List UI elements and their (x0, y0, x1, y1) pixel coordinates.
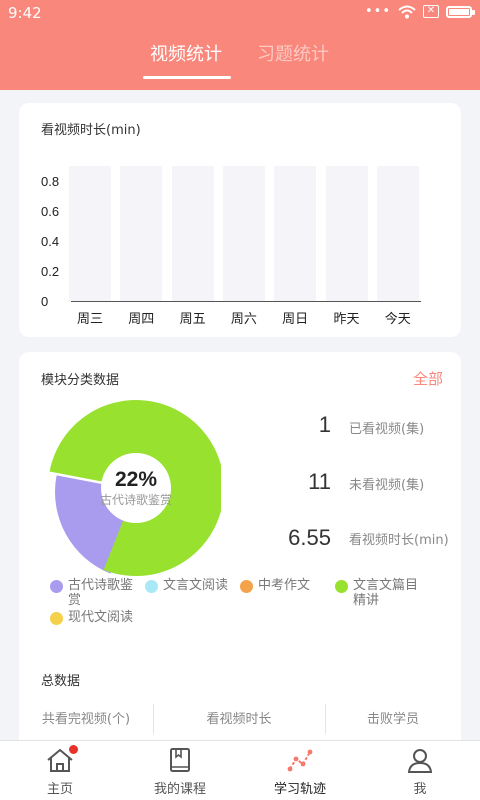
battery-icon (446, 5, 475, 18)
x-axis-line (71, 301, 421, 302)
legend-dot (50, 580, 63, 593)
total-videos-completed-label: 共看完视频(个) (41, 712, 131, 727)
watched-count-label: 已看视频(集) (349, 422, 425, 437)
legend-dot (50, 612, 63, 625)
donut-center-label: 古代诗歌鉴赏 (100, 492, 172, 507)
active-tab-indicator (143, 76, 231, 79)
bar-track (274, 166, 317, 301)
watch-duration-value: 6.55 (288, 525, 331, 550)
legend-dot (240, 580, 253, 593)
legend-label: 中考作文 (258, 578, 311, 593)
legend-dot (145, 580, 158, 593)
trend-icon (287, 749, 313, 772)
module-data-card: 模块分类数据 全部 22% 古代诗歌鉴赏 1 已看视频(集) 11 未看视频(集… (19, 352, 461, 752)
totals-title: 总数据 (41, 674, 81, 689)
x-axis-tick: 今天 (384, 312, 411, 327)
legend-label: 现代文阅读 (68, 610, 134, 625)
nav-my-courses-label: 我的课程 (153, 782, 206, 797)
tab-video-stats[interactable]: 视频统计 (150, 40, 222, 66)
video-duration-card: 看视频时长(min) 0.8 0.6 0.4 0.2 0 周三 周四 周五 周六 周日 昨天 今天 (19, 103, 461, 337)
book-icon (170, 748, 190, 772)
bar-track (69, 166, 111, 301)
legend-label-line2: 精讲 (353, 593, 380, 608)
legend-label-line2: 赏 (68, 593, 82, 608)
sim-off-icon: ✕ (423, 5, 439, 18)
tab-exercise-stats[interactable]: 习题统计 (257, 40, 329, 66)
status-time: 9:42 (8, 4, 42, 22)
donut-percent-label: 22% (115, 468, 157, 491)
more-dots-icon: ••• (364, 4, 391, 19)
x-axis-tick: 周三 (76, 312, 103, 327)
video-duration-title: 看视频时长(min) (41, 123, 141, 138)
x-axis-tick: 周日 (282, 312, 309, 327)
bar-track (171, 166, 214, 301)
nav-home-label: 主页 (46, 782, 73, 797)
header: 9:42 ••• ✕ 视频统计 习题统计 (0, 0, 480, 90)
watched-count-value: 1 (318, 412, 331, 437)
bar-track (376, 166, 419, 301)
bottom-nav: 主页 我的课程 学习轨迹 我 (0, 740, 480, 800)
notification-badge (69, 745, 78, 754)
x-axis-tick: 周四 (128, 312, 155, 327)
nav-me[interactable]: 我 (360, 741, 480, 800)
legend-label: 古代诗歌鉴 (68, 578, 134, 593)
unwatched-count-label: 未看视频(集) (349, 478, 425, 493)
total-beaten-students-label: 击败学员 (366, 712, 419, 727)
view-all-link[interactable]: 全部 (413, 368, 443, 389)
bar-track (222, 166, 265, 301)
nav-home[interactable]: 主页 (0, 741, 120, 800)
bar-track (325, 166, 368, 301)
legend-label: 文言文阅读 (163, 578, 229, 593)
nav-learning-track-label: 学习轨迹 (273, 782, 326, 797)
total-watch-duration-label: 看视频时长 (206, 712, 272, 727)
status-icons: ••• ✕ (364, 4, 475, 19)
module-data-title: 模块分类数据 (41, 373, 120, 388)
nav-my-courses[interactable]: 我的课程 (120, 741, 240, 800)
nav-me-label: 我 (413, 782, 427, 797)
user-icon (407, 749, 433, 773)
wifi-icon (398, 5, 416, 18)
x-axis-tick: 周五 (179, 312, 206, 327)
stats-tabs: 视频统计 习题统计 (0, 40, 480, 80)
bar-track (120, 166, 163, 301)
module-donut-chart: 22% 古代诗歌鉴赏 (49, 400, 221, 576)
unwatched-count-value: 11 (308, 469, 331, 494)
legend-label: 文言文篇目 (353, 578, 419, 593)
x-axis-tick: 周六 (230, 312, 257, 327)
status-bar: 9:42 ••• ✕ (0, 0, 480, 26)
watch-duration-label: 看视频时长(min) (349, 533, 449, 548)
nav-learning-track[interactable]: 学习轨迹 (240, 741, 360, 800)
legend-dot (335, 580, 348, 593)
x-axis-tick: 昨天 (333, 312, 360, 327)
